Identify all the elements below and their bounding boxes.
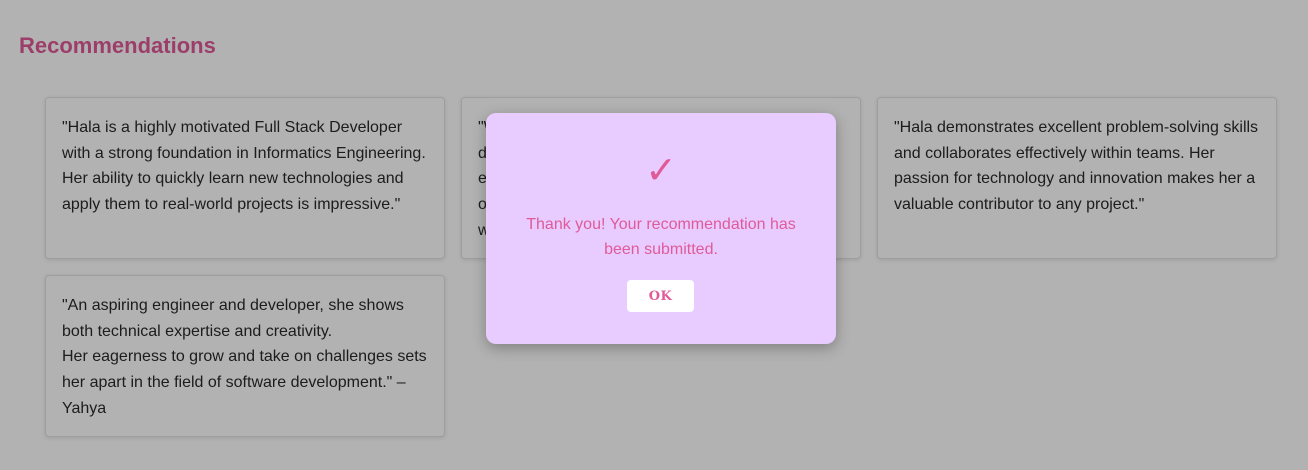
modal-message: Thank you! Your recommendation has been … [526, 216, 796, 258]
ok-button[interactable]: OK [627, 280, 694, 312]
success-modal: ✓ Thank you! Your recommendation has bee… [486, 113, 836, 344]
checkmark-icon: ✓ [645, 148, 677, 192]
